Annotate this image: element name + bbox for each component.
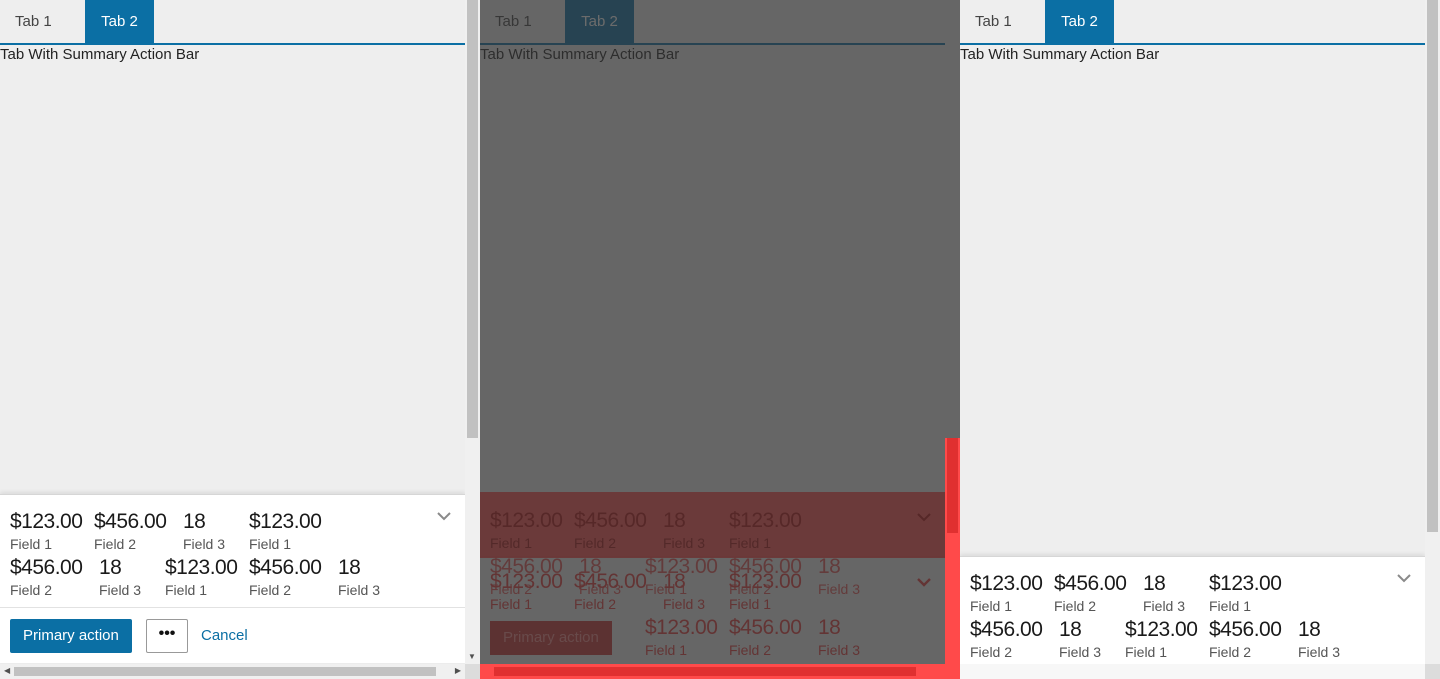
page-title: Tab With Summary Action Bar <box>0 46 200 63</box>
summary-field: 18 Field 3 <box>338 556 381 599</box>
highlight-region: $123.00 Field 1 $456.00 Field 2 18 Field 3 … <box>480 492 945 558</box>
action-row: Primary action ••• Cancel <box>0 607 465 663</box>
panel-left: Tab 1 Tab 2 Tab With Summary Action Bar … <box>0 0 480 679</box>
summary-field: $456.00 Field 2 <box>574 570 647 613</box>
tab-1[interactable]: Tab 1 <box>15 0 52 43</box>
summary-field: $456.00 Field 2 <box>249 556 322 599</box>
tab-bar: Tab 1 Tab 2 <box>480 0 945 45</box>
summary-field: $123.00 Field 1 <box>729 570 802 613</box>
scrollbar-thumb[interactable] <box>947 438 958 533</box>
summary-field: $123.00 Field 1 <box>249 510 322 553</box>
summary-field: $456.00 Field 2 <box>10 556 83 599</box>
summary-section: $123.00 Field 1 $456.00 Field 2 18 Field 3 … <box>0 495 465 607</box>
scrollbar-thumb[interactable] <box>1427 0 1438 532</box>
vertical-scrollbar[interactable] <box>1425 0 1440 664</box>
summary-section: $123.00 Field 1 $456.00 Field 2 18 Field 3 … <box>960 557 1425 664</box>
panel-right: Tab 1 Tab 2 Tab With Summary Action Bar … <box>960 0 1440 679</box>
vertical-scrollbar[interactable] <box>945 438 960 664</box>
chevron-down-icon[interactable] <box>437 511 451 521</box>
scrollbar-thumb[interactable] <box>494 667 916 676</box>
scroll-down-icon[interactable]: ▼ <box>468 652 476 661</box>
more-icon: ••• <box>158 625 176 642</box>
page-title: Tab With Summary Action Bar <box>480 46 680 63</box>
primary-action-button: Primary action <box>490 621 612 655</box>
chevron-down-icon <box>917 513 931 522</box>
tab-bar: Tab 1 Tab 2 <box>960 0 1425 45</box>
chevron-down-icon <box>917 578 931 587</box>
summary-field: $456.00 Field 2 <box>574 509 647 552</box>
summary-field: $123.00 Field 1 <box>645 555 718 598</box>
tab-1[interactable]: Tab 1 <box>975 0 1012 43</box>
horizontal-scrollbar[interactable]: ◀ ▶ <box>0 664 465 679</box>
summary-field: 18 Field 3 <box>663 509 706 552</box>
summary-action-bar: $123.00 Field 1 $456.00 Field 2 18 Field 3 … <box>960 556 1425 664</box>
summary-field: 18 Field 3 <box>818 555 861 598</box>
scrollbar-thumb[interactable] <box>467 0 478 438</box>
summary-field: $123.00 Field 1 <box>165 556 238 599</box>
summary-row-ghost: $456.00 Field 2 18 Field 3 $123.00 Field 1 … <box>480 556 945 616</box>
summary-field: 18 Field 3 <box>663 570 706 613</box>
panel-viewport: Tab 1 Tab 2 Tab With Summary Action Bar … <box>480 0 945 664</box>
scrollbar-thumb[interactable] <box>14 667 436 676</box>
summary-field: 18 Field 3 <box>183 510 226 553</box>
summary-field: $123.00 Field 1 <box>1209 572 1282 615</box>
summary-field: $456.00 Field 2 <box>490 555 563 598</box>
scroll-corner <box>465 664 480 679</box>
tab-2[interactable]: Tab 2 <box>565 0 634 43</box>
summary-field: $456.00 Field 2 <box>729 616 802 659</box>
vertical-scrollbar[interactable]: ▼ <box>465 0 480 664</box>
summary-action-bar: $123.00 Field 1 $456.00 Field 2 18 Field 3 … <box>0 494 465 663</box>
summary-field: $123.00 Field 1 <box>490 509 563 552</box>
summary-field: $123.00 Field 1 <box>1125 618 1198 661</box>
horizontal-scrollbar[interactable] <box>960 664 1425 679</box>
summary-field: 18 Field 3 <box>1143 572 1186 615</box>
summary-field: $456.00 Field 2 <box>970 618 1043 661</box>
scroll-right-icon[interactable]: ▶ <box>455 666 461 675</box>
chevron-down-icon[interactable] <box>1397 573 1411 583</box>
summary-field: $123.00 Field 1 <box>645 616 718 659</box>
summary-field: 18 Field 3 <box>1298 618 1341 661</box>
summary-field: 18 Field 3 <box>99 556 142 599</box>
tab-2[interactable]: Tab 2 <box>85 0 154 43</box>
tab-bar: Tab 1 Tab 2 <box>0 0 465 45</box>
summary-field: 18 Field 3 <box>818 616 861 659</box>
summary-field: $456.00 Field 2 <box>1209 618 1282 661</box>
panel-middle: Tab 1 Tab 2 Tab With Summary Action Bar … <box>480 0 960 679</box>
horizontal-scrollbar[interactable] <box>480 664 960 679</box>
primary-action-button[interactable]: Primary action <box>10 619 132 653</box>
summary-field: $456.00 Field 2 <box>1054 572 1127 615</box>
summary-field: 18 Field 3 <box>1059 618 1102 661</box>
summary-field: $123.00 Field 1 <box>970 572 1043 615</box>
summary-field: $123.00 Field 1 <box>10 510 83 553</box>
summary-field: $456.00 Field 2 <box>94 510 167 553</box>
page-title: Tab With Summary Action Bar <box>960 46 1160 63</box>
more-actions-button[interactable]: ••• <box>146 619 188 653</box>
panel-viewport: Tab 1 Tab 2 Tab With Summary Action Bar … <box>960 0 1425 664</box>
summary-field: $456.00 Field 2 <box>729 555 802 598</box>
scroll-corner <box>1425 664 1440 679</box>
summary-field: $123.00 Field 1 <box>729 509 802 552</box>
summary-field: $123.00 Field 1 <box>490 570 563 613</box>
panel-viewport: Tab 1 Tab 2 Tab With Summary Action Bar … <box>0 0 465 664</box>
summary-field: 18 Field 3 <box>579 555 622 598</box>
scroll-left-icon[interactable]: ◀ <box>4 666 10 675</box>
tab-2[interactable]: Tab 2 <box>1045 0 1114 43</box>
tab-1[interactable]: Tab 1 <box>495 0 532 43</box>
cancel-button[interactable]: Cancel <box>201 619 248 653</box>
summary-action-bar-ghost: $123.00 Field 1 $456.00 Field 2 18 Field 3 … <box>480 556 945 664</box>
